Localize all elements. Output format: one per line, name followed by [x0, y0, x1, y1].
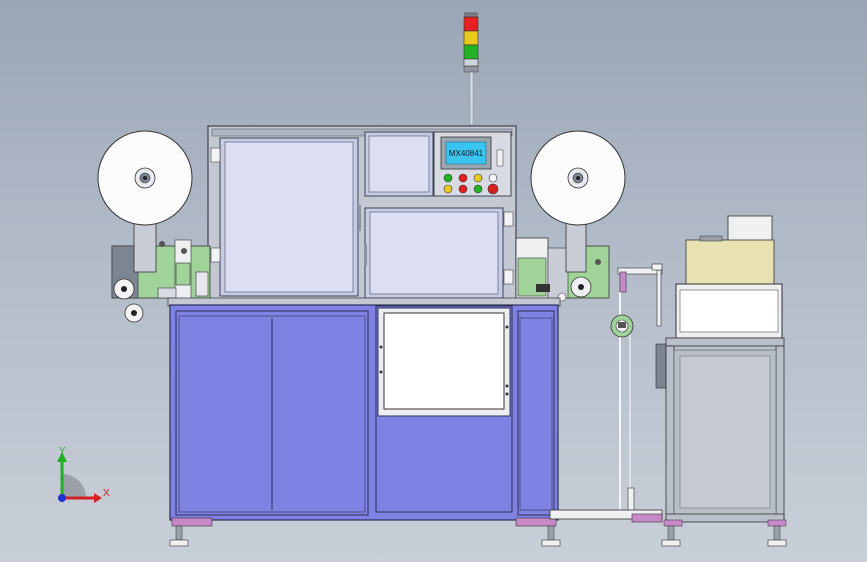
- z-axis-dot: [58, 494, 66, 502]
- signal-tower: [463, 12, 479, 126]
- hmi-screen[interactable]: MX40841: [440, 136, 492, 170]
- hmi-screen-text: MX40841: [449, 149, 484, 158]
- takeup-arm: [549, 263, 663, 523]
- aux-machine: [655, 215, 787, 547]
- front-window: [377, 307, 511, 417]
- green-button[interactable]: [443, 173, 453, 183]
- yellow-button[interactable]: [473, 173, 483, 183]
- red-button[interactable]: [458, 173, 468, 183]
- yellow-button[interactable]: [443, 184, 453, 194]
- aux-tank: [685, 239, 775, 287]
- red-button[interactable]: [458, 184, 468, 194]
- tower-green-lamp: [463, 44, 479, 60]
- tower-yellow-lamp: [463, 30, 479, 46]
- x-axis-label: X: [103, 488, 110, 499]
- tower-red-lamp: [463, 16, 479, 32]
- green-button[interactable]: [473, 184, 483, 194]
- machine-drawing: MX40841 Y X: [57, 12, 787, 547]
- right-reel-assembly: [515, 130, 626, 302]
- y-axis-label: Y: [59, 446, 66, 457]
- cabinet-feet: [169, 517, 561, 547]
- emergency-stop-button[interactable]: [487, 183, 499, 195]
- left-reel-assembly: [97, 130, 211, 323]
- axis-triad: Y X: [57, 446, 110, 503]
- white-button[interactable]: [488, 173, 498, 183]
